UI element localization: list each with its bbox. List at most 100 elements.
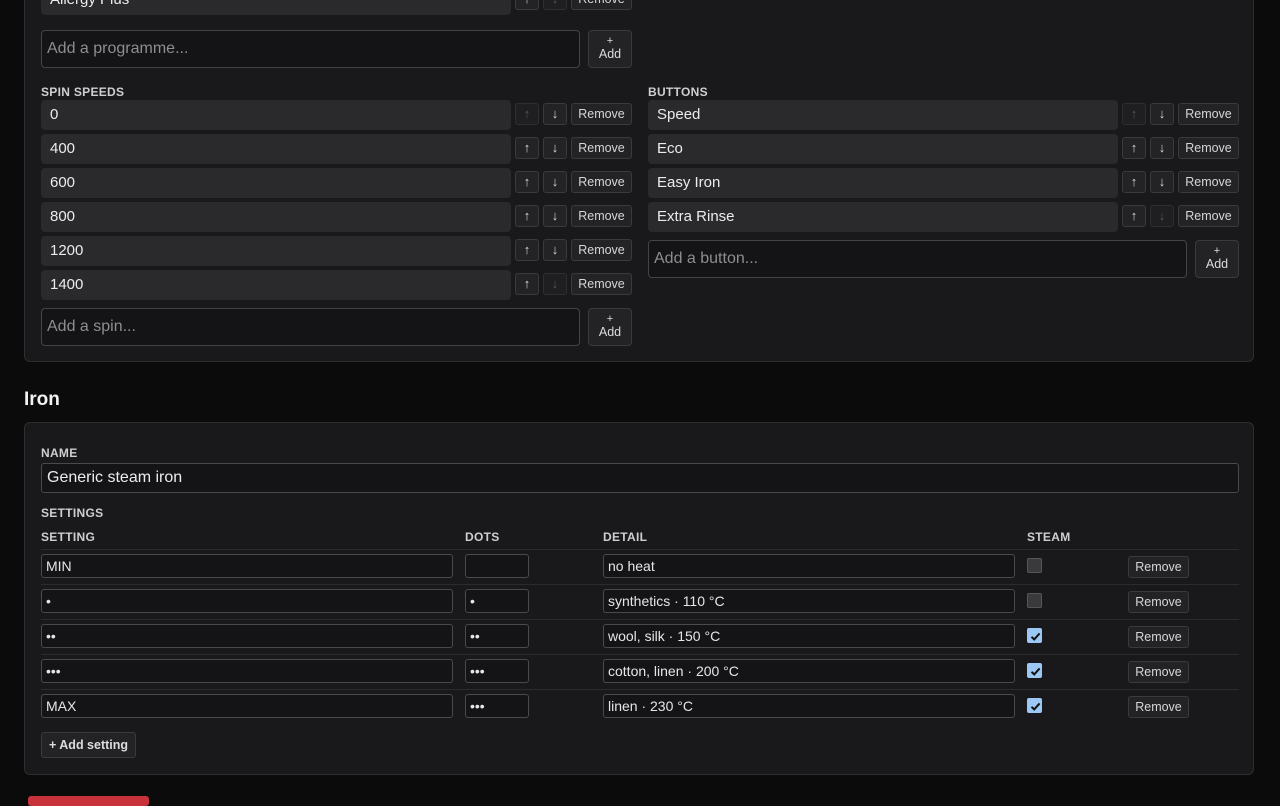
add-setting-button[interactable]: + Add setting [41, 732, 136, 758]
button-item[interactable]: Speed [648, 100, 1118, 130]
steam-checkbox[interactable] [1027, 558, 1042, 573]
remove-setting-button[interactable]: Remove [1128, 591, 1189, 613]
arrow-up-icon: ↑ [1130, 140, 1138, 155]
detail-input[interactable] [603, 659, 1015, 683]
move-up-button[interactable]: ↑ [1122, 205, 1146, 227]
detail-input[interactable] [603, 694, 1015, 718]
add-spin-button[interactable]: + Add [588, 308, 632, 346]
move-up-button[interactable]: ↑ [515, 273, 539, 295]
steam-checkbox[interactable] [1027, 698, 1042, 713]
spin-item[interactable]: 800 [41, 202, 511, 232]
move-up-button[interactable]: ↑ [515, 205, 539, 227]
steam-checkbox[interactable] [1027, 593, 1042, 608]
button-item[interactable]: Easy Iron [648, 168, 1118, 198]
plus-icon: + [606, 35, 614, 47]
arrow-down-icon: ↓ [551, 276, 559, 291]
dots-input[interactable] [465, 554, 529, 578]
detail-input[interactable] [603, 554, 1015, 578]
move-down-button[interactable]: ↓ [1150, 103, 1174, 125]
remove-spin-button[interactable]: Remove [571, 103, 632, 125]
arrow-up-icon: ↑ [524, 0, 531, 6]
arrow-down-icon: ↓ [1158, 174, 1166, 189]
spin-item[interactable]: 1200 [41, 236, 511, 266]
add-button-input[interactable] [648, 240, 1187, 278]
arrow-up-icon: ↑ [523, 106, 531, 121]
button-item[interactable]: Extra Rinse [648, 202, 1118, 232]
setting-input[interactable] [41, 589, 453, 613]
move-up-button[interactable]: ↑ [515, 171, 539, 193]
move-up-button[interactable]: ↑ [1122, 171, 1146, 193]
add-programme-input[interactable] [41, 30, 580, 68]
move-down-button[interactable]: ↓ [543, 205, 567, 227]
move-down-button[interactable]: ↓ [543, 239, 567, 261]
steam-checkbox[interactable] [1027, 663, 1042, 678]
setting-input[interactable] [41, 659, 453, 683]
spin-row: 0 ↑ ↓ Remove [41, 100, 633, 130]
remove-button-button[interactable]: Remove [1178, 103, 1239, 125]
check-icon [1030, 702, 1041, 711]
setting-input[interactable] [41, 624, 453, 648]
detail-input[interactable] [603, 624, 1015, 648]
remove-programme-button[interactable]: Remove [571, 0, 632, 10]
move-up-button[interactable]: ↑ [515, 0, 539, 10]
move-down-button[interactable]: ↓ [543, 103, 567, 125]
plus-icon: + [1213, 245, 1221, 257]
remove-button-button[interactable]: Remove [1178, 171, 1239, 193]
spin-item[interactable]: 1400 [41, 270, 511, 300]
delete-button[interactable] [28, 796, 149, 806]
name-label: NAME [41, 446, 78, 460]
remove-setting-button[interactable]: Remove [1128, 696, 1189, 718]
dots-input[interactable] [465, 694, 529, 718]
remove-spin-button[interactable]: Remove [571, 239, 632, 261]
add-button-label: Add [598, 325, 622, 339]
move-down-button[interactable]: ↓ [543, 171, 567, 193]
remove-button-button[interactable]: Remove [1178, 137, 1239, 159]
remove-button-button[interactable]: Remove [1178, 205, 1239, 227]
spin-item[interactable]: 400 [41, 134, 511, 164]
setting-input[interactable] [41, 694, 453, 718]
move-up-button[interactable]: ↑ [515, 239, 539, 261]
arrow-down-icon: ↓ [551, 140, 559, 155]
add-spin-input[interactable] [41, 308, 580, 346]
detail-input[interactable] [603, 589, 1015, 613]
move-up-button[interactable]: ↑ [1122, 137, 1146, 159]
spin-row: 400 ↑ ↓ Remove [41, 134, 633, 164]
programme-item[interactable]: Allergy Plus [41, 0, 511, 15]
spin-item[interactable]: 0 [41, 100, 511, 130]
iron-name-input[interactable] [41, 463, 1239, 493]
arrow-up-icon: ↑ [1130, 174, 1138, 189]
remove-spin-button[interactable]: Remove [571, 137, 632, 159]
spin-row: 600 ↑ ↓ Remove [41, 168, 633, 198]
remove-setting-button[interactable]: Remove [1128, 556, 1189, 578]
arrow-down-icon: ↓ [551, 174, 559, 189]
dots-input[interactable] [465, 589, 529, 613]
move-down-button: ↓ [543, 0, 567, 10]
move-up-button[interactable]: ↑ [515, 137, 539, 159]
dots-input[interactable] [465, 659, 529, 683]
move-up-button: ↑ [515, 103, 539, 125]
remove-setting-button[interactable]: Remove [1128, 626, 1189, 648]
button-row: Speed ↑ ↓ Remove [648, 100, 1240, 130]
remove-spin-button[interactable]: Remove [571, 205, 632, 227]
add-button-button[interactable]: + Add [1195, 240, 1239, 278]
dots-input[interactable] [465, 624, 529, 648]
spin-row: 800 ↑ ↓ Remove [41, 202, 633, 232]
move-down-button[interactable]: ↓ [1150, 137, 1174, 159]
arrow-down-icon: ↓ [1158, 106, 1166, 121]
move-down-button[interactable]: ↓ [543, 137, 567, 159]
column-header-detail: DETAIL [603, 530, 648, 544]
remove-spin-button[interactable]: Remove [571, 171, 632, 193]
move-down-button[interactable]: ↓ [1150, 171, 1174, 193]
spin-row: 1400 ↑ ↓ Remove [41, 270, 633, 300]
setting-input[interactable] [41, 554, 453, 578]
steam-checkbox[interactable] [1027, 628, 1042, 643]
arrow-down-icon: ↓ [1158, 140, 1166, 155]
button-item[interactable]: Eco [648, 134, 1118, 164]
add-programme-button[interactable]: + Add [588, 30, 632, 68]
remove-setting-button[interactable]: Remove [1128, 661, 1189, 683]
arrow-down-icon: ↓ [551, 106, 559, 121]
remove-spin-button[interactable]: Remove [571, 273, 632, 295]
arrow-down-icon: ↓ [551, 208, 559, 223]
move-down-button: ↓ [543, 273, 567, 295]
spin-item[interactable]: 600 [41, 168, 511, 198]
